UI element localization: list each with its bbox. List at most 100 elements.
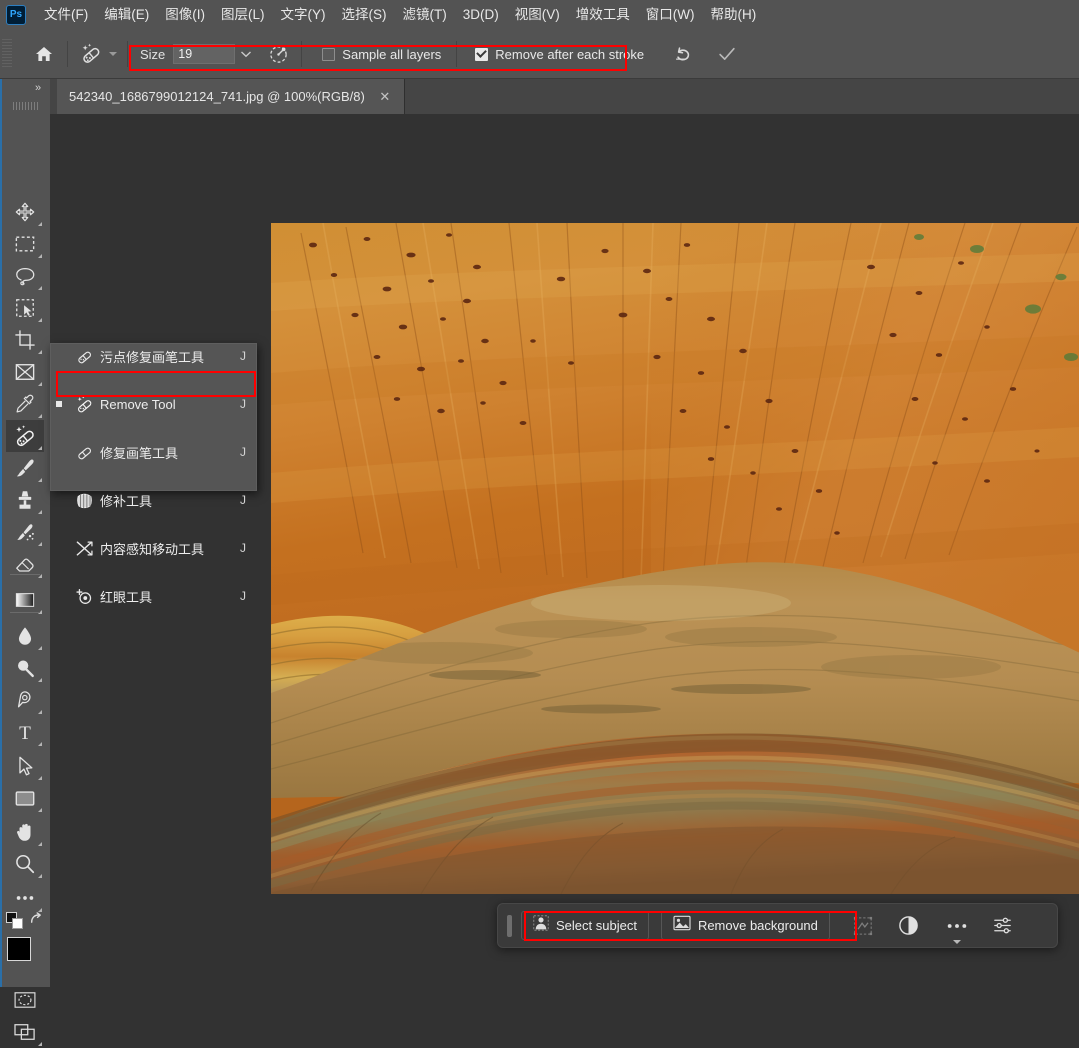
healing-tools-flyout-menu[interactable]: 污点修复画笔工具 J Remove Tool J 修复画笔工具 J 修补工具 J…: [50, 343, 257, 605]
toolbar-divider: [10, 612, 40, 613]
edit-toolbar-button[interactable]: [6, 882, 44, 914]
home-icon[interactable]: [27, 37, 61, 71]
default-colors-icon[interactable]: [6, 912, 26, 932]
panel-accent-bar: [0, 79, 2, 987]
menu-filter[interactable]: 滤镜(T): [395, 0, 455, 30]
flyout-item-label: 内容感知移动工具: [100, 541, 205, 557]
menu-view[interactable]: 视图(V): [507, 0, 568, 30]
flyout-item-red-eye-tool[interactable]: 红眼工具 J: [51, 584, 256, 608]
expand-toolbar-chevron-icon[interactable]: »: [30, 81, 46, 95]
patch-icon: [73, 489, 95, 511]
flyout-item-patch-tool[interactable]: 修补工具 J: [51, 488, 256, 512]
tool-more-triangle-icon: [38, 414, 42, 418]
menu-window[interactable]: 窗口(W): [638, 0, 703, 30]
tools-panel-drag-handle[interactable]: [13, 102, 39, 110]
sample-all-layers-label: Sample all layers: [342, 46, 442, 62]
frame-tool[interactable]: [6, 356, 44, 388]
tool-more-triangle-icon: [38, 646, 42, 650]
remove-tool[interactable]: [6, 420, 44, 452]
flyout-item-healing-brush[interactable]: 修复画笔工具 J: [51, 440, 256, 464]
divider: [456, 41, 458, 67]
select-subject-button[interactable]: Select subject: [521, 911, 649, 940]
options-bar: Size Sample all layers Remove after each…: [0, 30, 1079, 79]
size-chevron-down-icon[interactable]: [235, 44, 257, 64]
size-label: Size: [140, 46, 166, 62]
history-brush-tool[interactable]: [6, 516, 44, 548]
menu-select[interactable]: 选择(S): [334, 0, 395, 30]
contextual-task-bar[interactable]: Select subject Remove background: [497, 903, 1058, 948]
pen-tool[interactable]: [6, 684, 44, 716]
zoom-tool[interactable]: [6, 848, 44, 880]
remove-after-each-stroke-checkbox[interactable]: Remove after each stroke: [475, 47, 644, 62]
photoshop-logo-icon: Ps: [6, 5, 26, 25]
flyout-item-label: 污点修复画笔工具: [100, 349, 205, 365]
tool-more-triangle-icon: [38, 446, 42, 450]
move-tool[interactable]: [6, 196, 44, 228]
swap-colors-icon[interactable]: [29, 911, 45, 932]
tool-preset-chevron-down-icon[interactable]: [109, 52, 117, 56]
tool-more-triangle-icon: [38, 318, 42, 322]
menu-edit[interactable]: 编辑(E): [96, 0, 157, 30]
flyout-item-label: Remove Tool: [100, 396, 176, 412]
menu-layer[interactable]: 图层(L): [213, 0, 273, 30]
toolbar-divider: [10, 574, 40, 575]
dodge-tool[interactable]: [6, 652, 44, 684]
size-input[interactable]: [173, 44, 236, 64]
svg-text:T: T: [19, 723, 31, 743]
rectangle-tool[interactable]: [6, 782, 44, 814]
adjustment-contrast-icon[interactable]: [892, 911, 926, 941]
undo-arrow-icon[interactable]: [666, 37, 700, 71]
blur-tool[interactable]: [6, 620, 44, 652]
menu-bar: Ps 文件(F) 编辑(E) 图像(I) 图层(L) 文字(Y) 选择(S) 滤…: [0, 0, 1079, 30]
path-selection-tool[interactable]: [6, 750, 44, 782]
menu-image[interactable]: 图像(I): [157, 0, 213, 30]
hand-tool[interactable]: [6, 816, 44, 848]
eraser-tool[interactable]: [6, 548, 44, 580]
crop-tool[interactable]: [6, 324, 44, 356]
sample-all-layers-checkbox[interactable]: Sample all layers: [322, 47, 441, 62]
flyout-item-remove-tool[interactable]: Remove Tool J: [51, 392, 256, 416]
options-bar-drag-handle[interactable]: [2, 39, 12, 69]
screen-mode-button[interactable]: [6, 1016, 44, 1048]
menu-3d[interactable]: 3D(D): [455, 0, 507, 30]
foreground-color-swatch[interactable]: [7, 937, 31, 961]
close-icon[interactable]: ✕: [378, 90, 392, 104]
object-selection-tool[interactable]: [6, 292, 44, 324]
document-image[interactable]: [271, 223, 1079, 894]
image-icon: [673, 915, 691, 936]
quick-mask-button[interactable]: [6, 984, 44, 1016]
brush-angle-icon[interactable]: [261, 37, 295, 71]
remove-tool-preset-icon[interactable]: [74, 37, 108, 71]
menu-help[interactable]: 帮助(H): [702, 0, 764, 30]
type-tool[interactable]: T: [6, 716, 44, 748]
flyout-item-spot-healing-brush[interactable]: 污点修复画笔工具 J: [51, 344, 256, 368]
brush-tool[interactable]: [6, 452, 44, 484]
menu-file[interactable]: 文件(F): [36, 0, 96, 30]
rectangular-marquee-tool[interactable]: [6, 228, 44, 260]
checkmark-icon[interactable]: [710, 37, 744, 71]
document-tab[interactable]: 542340_1686799012124_741.jpg @ 100%(RGB/…: [57, 79, 405, 114]
color-swatches[interactable]: [7, 937, 44, 974]
transform-selection-icon[interactable]: [846, 911, 880, 941]
contextual-task-bar-drag-handle[interactable]: [507, 914, 512, 937]
tool-more-triangle-icon: [38, 286, 42, 290]
lasso-tool[interactable]: [6, 260, 44, 292]
document-tab-title: 542340_1686799012124_741.jpg @ 100%(RGB/…: [69, 89, 365, 104]
menu-plugins[interactable]: 增效工具: [568, 0, 638, 30]
tool-more-triangle-icon: [38, 808, 42, 812]
flyout-item-label: 修补工具: [100, 493, 153, 509]
tool-more-triangle-icon: [38, 678, 42, 682]
menu-type[interactable]: 文字(Y): [273, 0, 334, 30]
more-options-button[interactable]: [940, 911, 974, 944]
photoshop-window: Ps 文件(F) 编辑(E) 图像(I) 图层(L) 文字(Y) 选择(S) 滤…: [0, 0, 1079, 1046]
clone-stamp-tool[interactable]: [6, 484, 44, 516]
tool-more-triangle-icon: [38, 842, 42, 846]
remove-after-each-stroke-label: Remove after each stroke: [495, 46, 645, 62]
remove-background-button[interactable]: Remove background: [660, 911, 830, 940]
selected-tool-marker: [56, 401, 62, 407]
eyedropper-tool[interactable]: [6, 388, 44, 420]
flyout-item-content-aware-move[interactable]: 内容感知移动工具 J: [51, 536, 256, 560]
checkbox-box[interactable]: [322, 47, 336, 61]
bar-properties-button[interactable]: [986, 911, 1020, 941]
checkbox-box[interactable]: [475, 47, 489, 61]
